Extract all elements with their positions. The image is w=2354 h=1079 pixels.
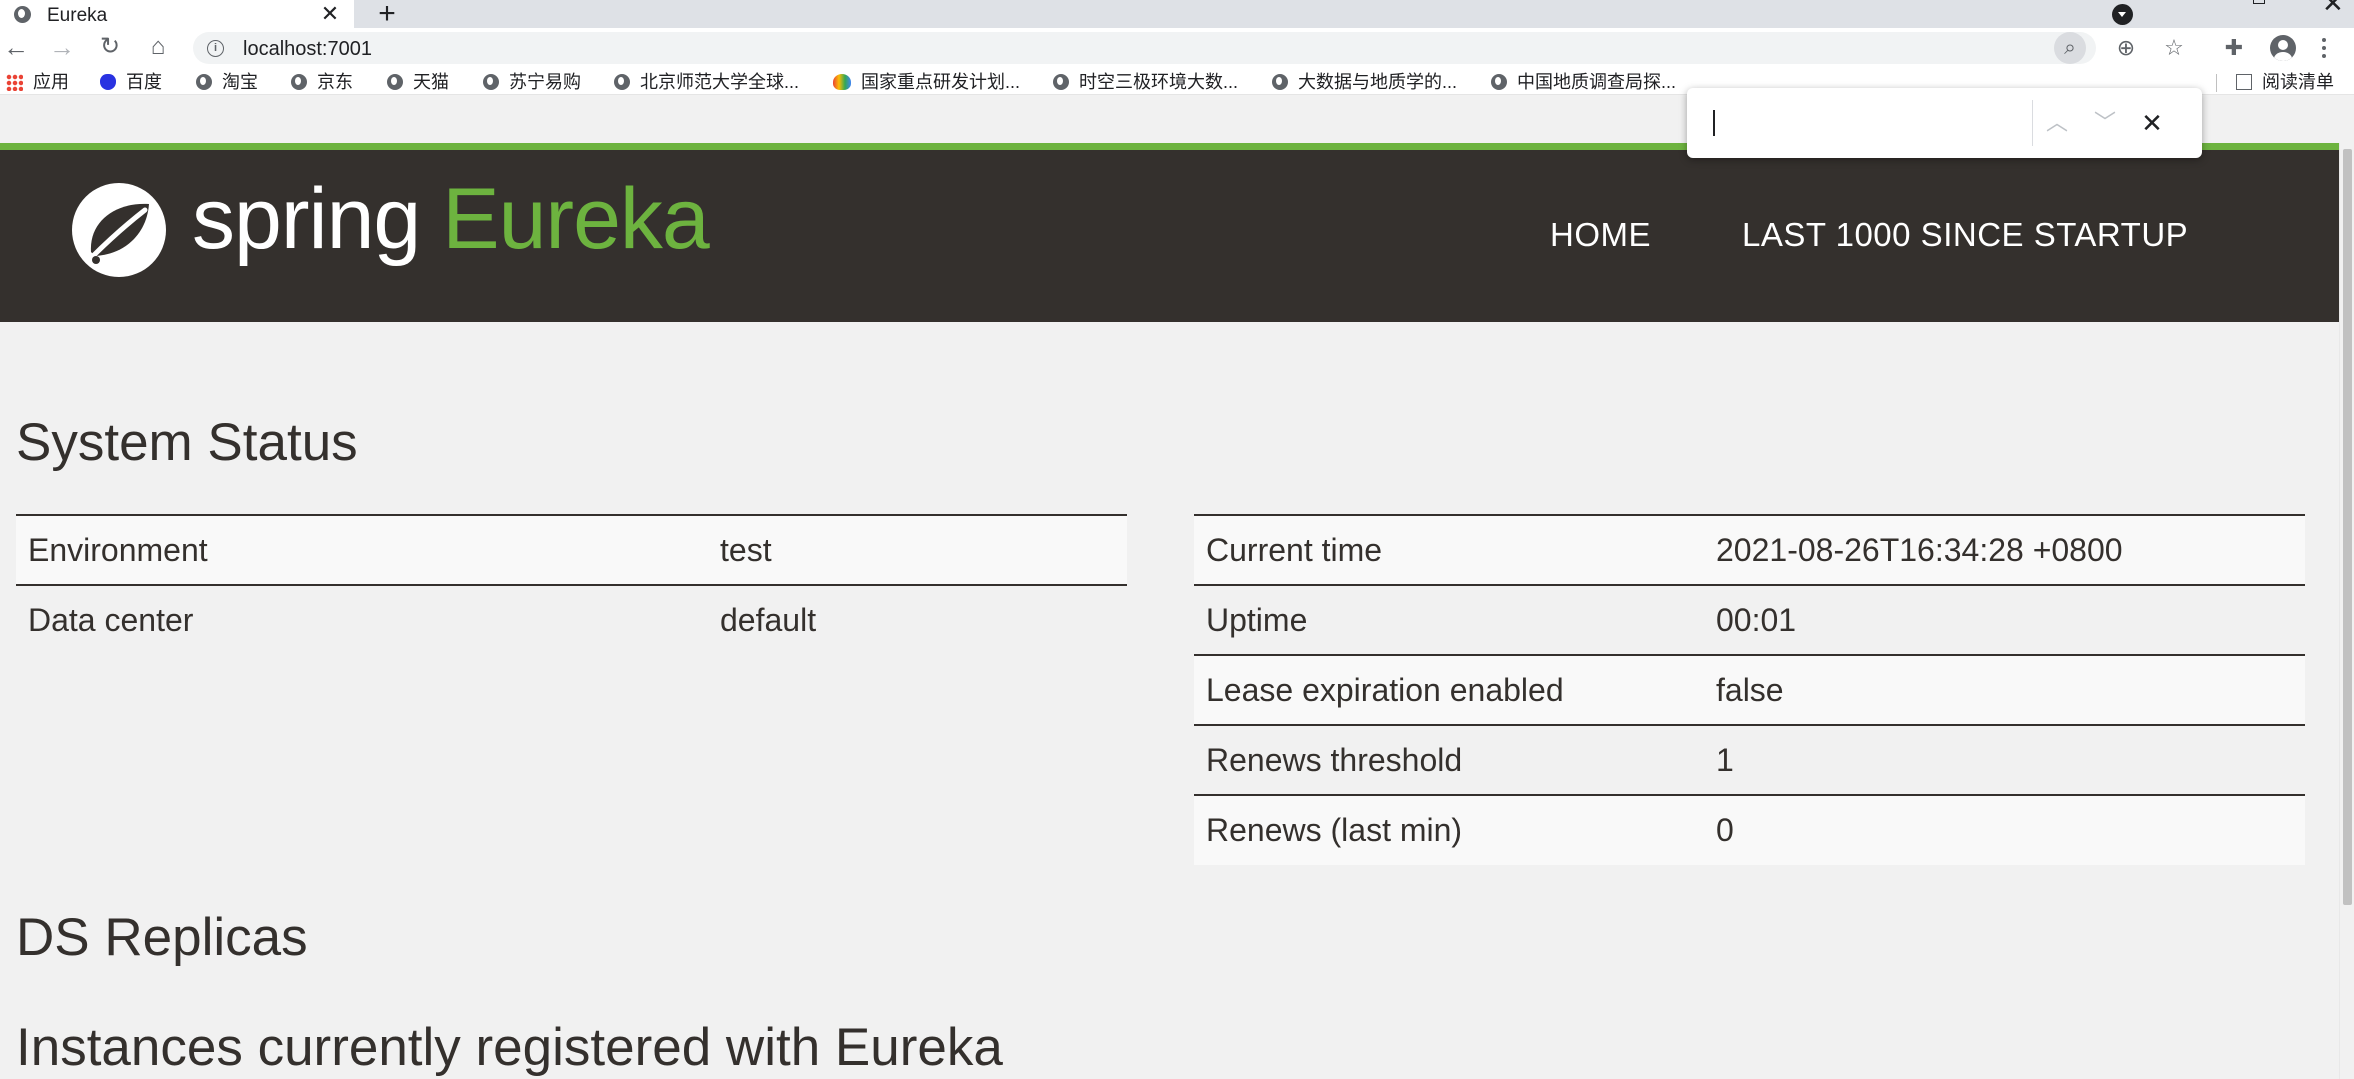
row-value: 1 — [1704, 724, 2305, 795]
bookmark-apps[interactable]: 应用 — [6, 71, 69, 93]
site-info-icon[interactable]: i — [207, 40, 224, 57]
nav-home-link[interactable]: HOME — [1550, 216, 1651, 254]
forward-arrow-icon[interactable]: → — [46, 28, 78, 68]
system-status-table: Current time 2021-08-26T16:34:28 +0800 U… — [1194, 514, 2305, 865]
browser-menu-icon[interactable] — [2322, 38, 2326, 58]
colorful-heart-icon — [833, 74, 851, 90]
table-row: Environment test — [16, 514, 1127, 585]
globe-icon — [387, 74, 403, 90]
table-row: Uptime 00:01 — [1194, 584, 2305, 655]
apps-grid-icon — [6, 74, 23, 91]
find-in-page-icon[interactable]: ⌕ — [2054, 32, 2086, 64]
row-label: Lease expiration enabled — [1194, 654, 1704, 725]
bookmark-taobao[interactable]: 淘宝 — [196, 71, 258, 93]
system-info-table: Environment test Data center default — [16, 514, 1127, 655]
window-close-button[interactable]: ✕ — [2322, 0, 2344, 19]
instances-heading: Instances currently registered with Eure… — [16, 1018, 1003, 1077]
bookmark-national-rd[interactable]: 国家重点研发计划... — [833, 71, 1020, 93]
globe-icon — [1491, 74, 1507, 90]
table-row: Lease expiration enabled false — [1194, 654, 2305, 725]
system-status-heading: System Status — [16, 413, 358, 472]
baidu-paw-icon — [100, 74, 116, 90]
table-row: Data center default — [16, 584, 1127, 655]
globe-icon — [291, 74, 307, 90]
find-next-icon[interactable]: ﹀ — [2088, 106, 2122, 140]
address-bar[interactable]: i localhost:7001 ⌕ — [193, 32, 2096, 64]
reading-list-icon — [2236, 74, 2252, 90]
row-label: Data center — [16, 584, 708, 655]
row-value: default — [708, 584, 1127, 655]
browser-tab-eureka[interactable]: Eureka ✕ — [0, 0, 354, 28]
find-input[interactable] — [1713, 110, 1715, 136]
window-restore-button[interactable] — [2253, 0, 2265, 4]
home-icon[interactable]: ⌂ — [142, 28, 174, 68]
bookmark-bnu[interactable]: 北京师范大学全球... — [614, 71, 799, 93]
row-value: false — [1704, 654, 2305, 725]
tab-search-icon[interactable] — [2112, 4, 2133, 25]
row-label: Environment — [16, 514, 708, 585]
row-value: test — [708, 514, 1127, 585]
find-close-icon[interactable]: ✕ — [2135, 106, 2169, 140]
row-value: 0 — [1704, 794, 2305, 865]
find-divider — [2032, 100, 2033, 146]
nav-last-1000-link[interactable]: LAST 1000 SINCE STARTUP — [1742, 216, 2188, 254]
bookmark-spatiotemporal[interactable]: 时空三极环境大数... — [1053, 71, 1238, 93]
brand-eureka-text: Eureka — [442, 171, 709, 267]
reload-icon[interactable]: ↻ — [94, 28, 126, 68]
tab-strip: Eureka ✕ + ✕ — [0, 0, 2354, 31]
page-scrollbar[interactable] — [2339, 143, 2354, 1079]
row-label: Uptime — [1194, 584, 1704, 655]
find-previous-icon[interactable]: ︿ — [2040, 106, 2074, 140]
reading-list[interactable]: 阅读清单 — [2236, 71, 2334, 93]
row-label: Renews threshold — [1194, 724, 1704, 795]
brand-spring-text: spring — [192, 171, 421, 267]
globe-icon — [196, 74, 212, 90]
close-tab-icon[interactable]: ✕ — [318, 1, 342, 27]
table-row: Renews (last min) 0 — [1194, 794, 2305, 865]
eureka-brand[interactable]: spring Eureka — [192, 170, 710, 269]
profile-avatar-icon[interactable] — [2270, 35, 2296, 61]
zoom-icon[interactable]: ⊕ — [2110, 28, 2142, 68]
table-row: Current time 2021-08-26T16:34:28 +0800 — [1194, 514, 2305, 585]
row-value: 2021-08-26T16:34:28 +0800 — [1704, 514, 2305, 585]
bookmark-star-icon[interactable]: ☆ — [2158, 28, 2190, 68]
globe-icon — [614, 74, 630, 90]
spring-leaf-logo-icon — [72, 183, 166, 277]
back-arrow-icon[interactable]: ← — [0, 28, 32, 68]
row-value: 00:01 — [1704, 584, 2305, 655]
globe-icon — [1053, 74, 1069, 90]
bookmarks-divider — [2216, 74, 2217, 92]
ds-replicas-heading: DS Replicas — [16, 908, 308, 967]
globe-icon — [1272, 74, 1288, 90]
bookmark-tmall[interactable]: 天猫 — [387, 71, 449, 93]
bookmark-baidu[interactable]: 百度 — [100, 71, 162, 93]
row-label: Current time — [1194, 514, 1704, 585]
url-text[interactable]: localhost:7001 — [243, 38, 372, 61]
bookmark-cgs[interactable]: 中国地质调查局探... — [1491, 71, 1676, 93]
browser-toolbar: ← → ↻ ⌂ i localhost:7001 ⌕ ⊕ ☆ ✚ — [0, 28, 2354, 68]
row-label: Renews (last min) — [1194, 794, 1704, 865]
bookmark-suning[interactable]: 苏宁易购 — [483, 71, 581, 93]
find-bar: ︿ ﹀ ✕ — [1687, 88, 2202, 158]
bookmark-jd[interactable]: 京东 — [291, 71, 353, 93]
new-tab-button[interactable]: + — [372, 0, 402, 31]
table-row: Renews threshold 1 — [1194, 724, 2305, 795]
bookmark-bigdata-geology[interactable]: 大数据与地质学的... — [1272, 71, 1457, 93]
globe-icon — [14, 6, 31, 23]
tab-title: Eureka — [47, 5, 108, 26]
globe-icon — [483, 74, 499, 90]
scrollbar-thumb[interactable] — [2343, 149, 2352, 905]
extensions-puzzle-icon[interactable]: ✚ — [2218, 28, 2250, 68]
